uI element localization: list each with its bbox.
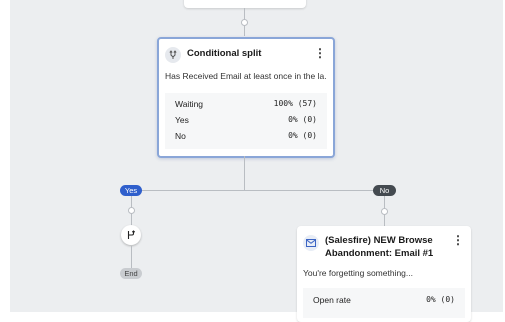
flow-canvas: Conditional split ⋮ Has Received Email a… (0, 0, 505, 322)
stat-label: Waiting (175, 99, 204, 109)
kebab-menu-icon[interactable]: ⋮ (314, 47, 326, 59)
previous-node-card[interactable] (184, 0, 306, 8)
email-title-line2: Abandonment: Email #1 (325, 248, 434, 259)
flow-board[interactable]: Conditional split ⋮ Has Received Email a… (10, 0, 503, 322)
branch-action-icon (127, 230, 136, 239)
no-branch-label: No (373, 185, 396, 196)
connector-dot-no (381, 208, 388, 215)
connector-horizontal (131, 190, 385, 191)
connector-split-down (244, 156, 245, 191)
yes-branch-label: Yes (120, 185, 142, 196)
end-node-label: End (120, 268, 142, 279)
stat-value: 0% (0) (288, 115, 317, 124)
conditional-split-card[interactable]: Conditional split ⋮ Has Received Email a… (157, 37, 335, 158)
stat-label: Yes (175, 115, 189, 125)
connector-yes-end (131, 246, 132, 268)
stat-label: No (175, 131, 186, 141)
connector-dot-top (241, 19, 248, 26)
branch-action-node[interactable] (121, 225, 141, 245)
split-stats-panel: Waiting 100% (57) Yes 0% (0) No 0% (0) (165, 93, 327, 149)
stat-row-waiting: Waiting 100% (57) (175, 99, 317, 111)
stat-row-yes: Yes 0% (0) (175, 115, 317, 127)
envelope-icon (303, 235, 319, 251)
stat-label: Open rate (313, 295, 351, 305)
split-title: Conditional split (187, 48, 262, 59)
email-title-line1: (Salesfire) NEW Browse (325, 235, 433, 246)
split-arrows-icon (165, 47, 181, 63)
stat-value: 0% (0) (426, 295, 455, 304)
stat-value: 100% (57) (273, 99, 317, 108)
stat-value: 0% (0) (288, 131, 317, 140)
kebab-menu-icon[interactable]: ⋮ (452, 234, 464, 246)
connector-dot-yes (128, 207, 135, 214)
email-action-card[interactable]: (Salesfire) NEW Browse Abandonment: Emai… (297, 226, 471, 322)
stat-row-no: No 0% (0) (175, 131, 317, 143)
email-stats-panel: Open rate 0% (0) (303, 288, 465, 318)
stat-row-open-rate: Open rate 0% (0) (313, 295, 455, 307)
email-subject: You're forgetting something... (303, 268, 413, 278)
split-description: Has Received Email at least once in the … (165, 71, 327, 81)
